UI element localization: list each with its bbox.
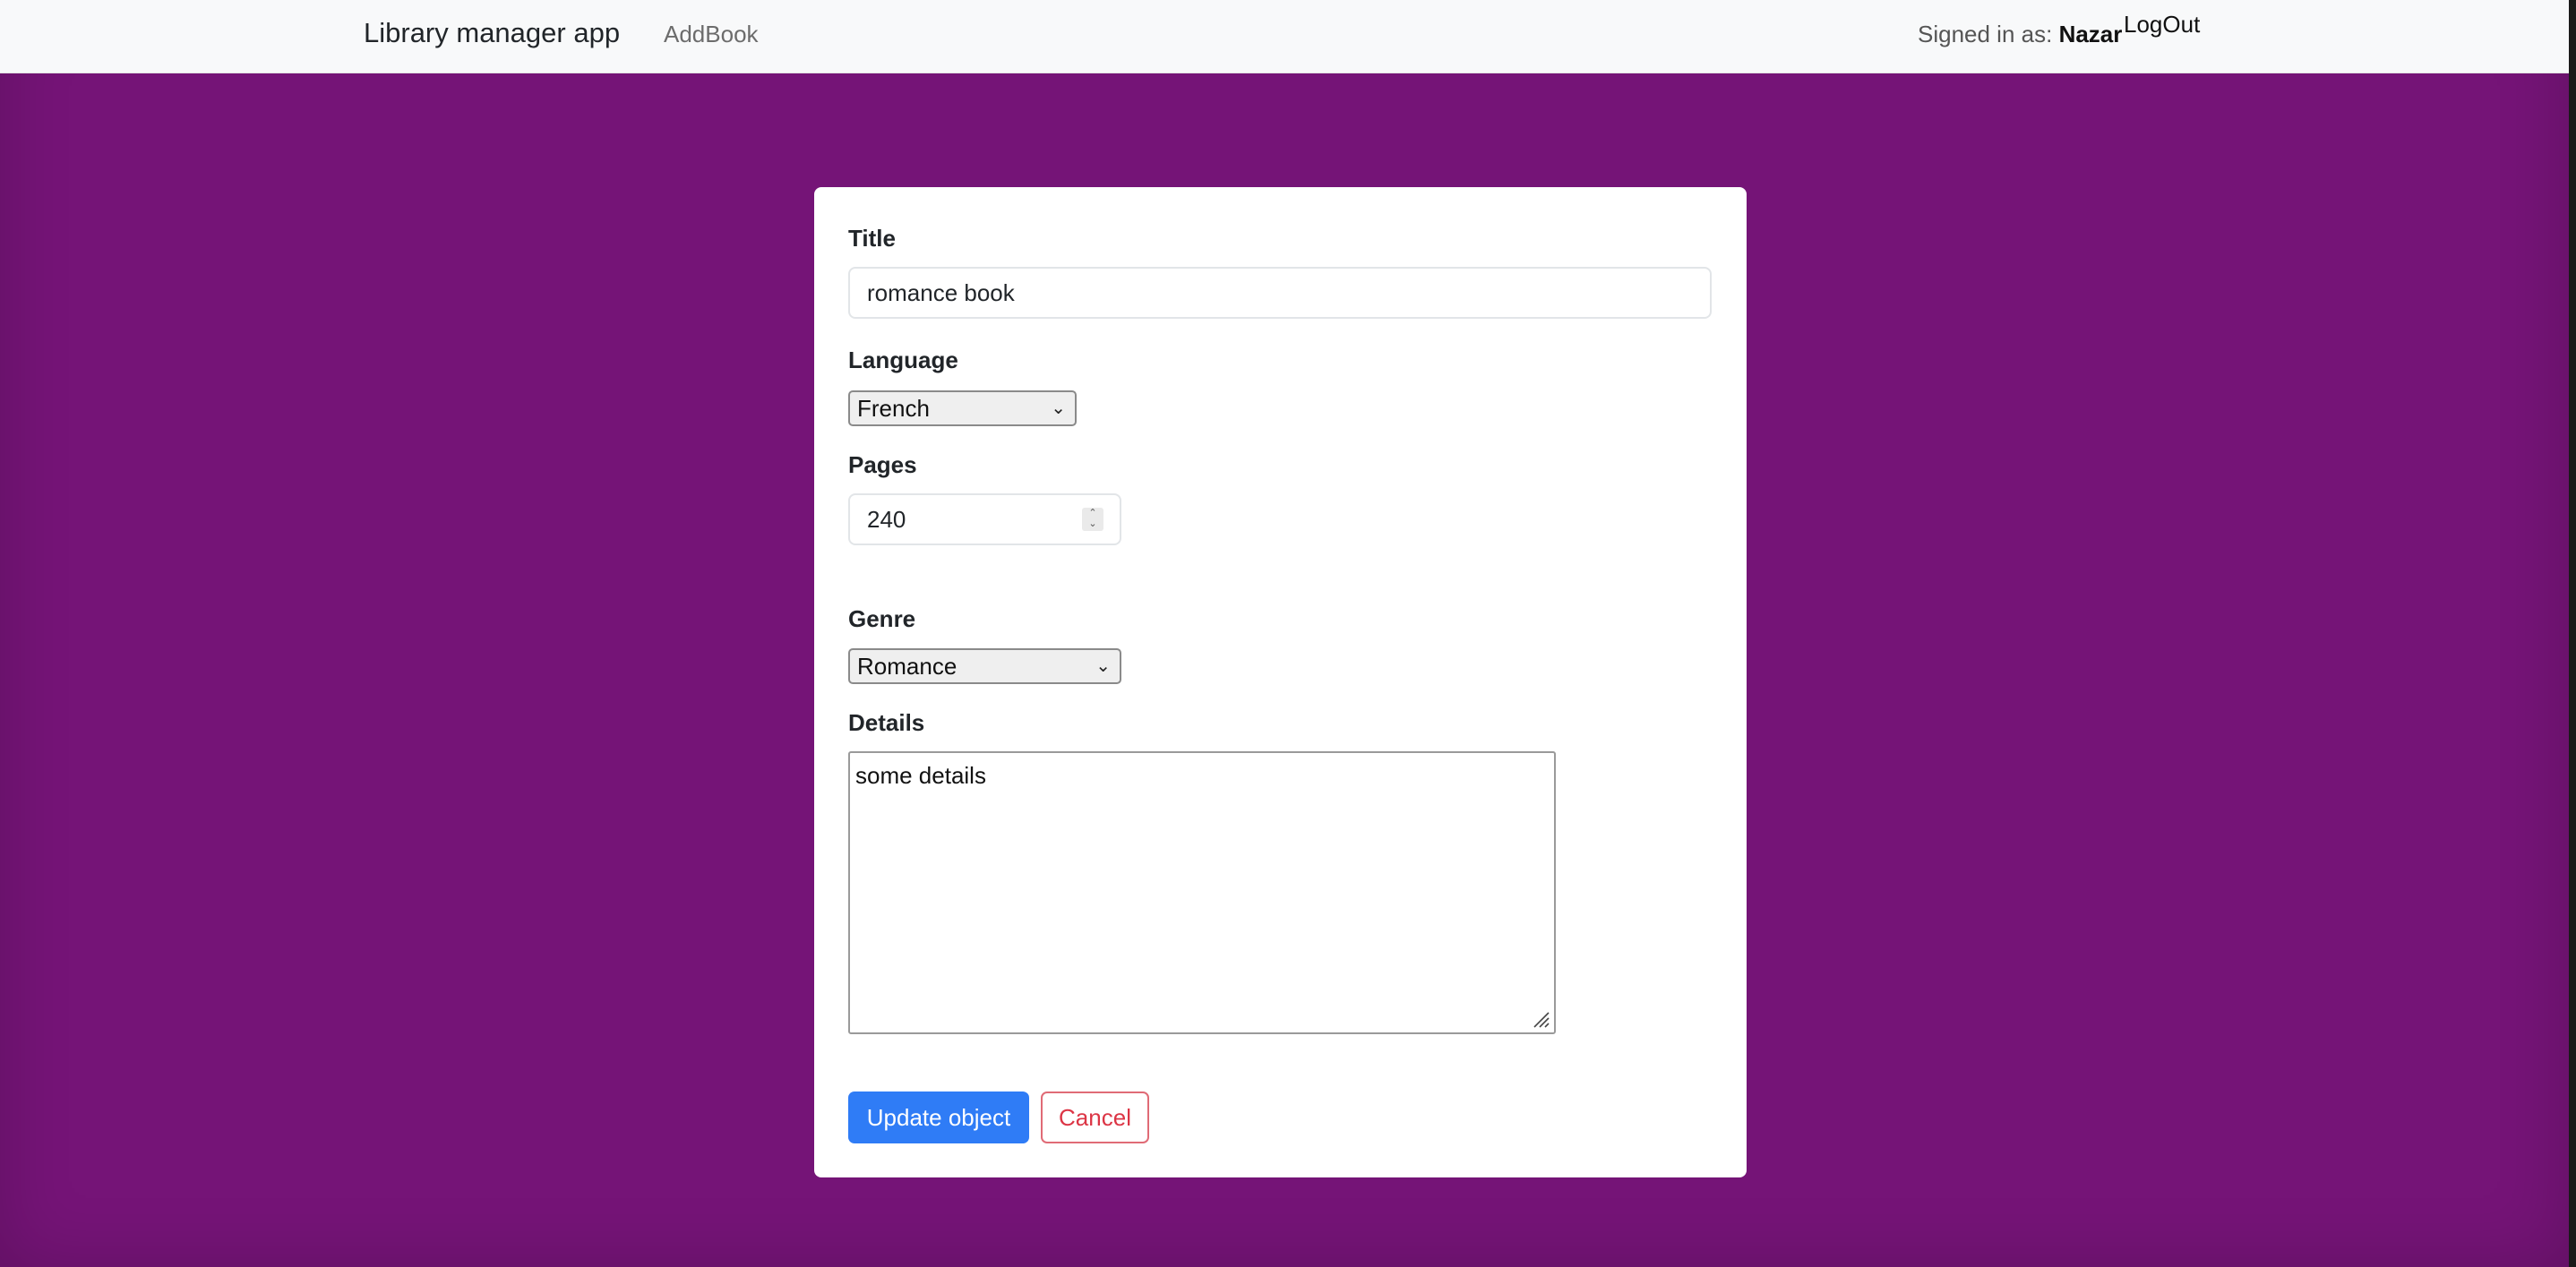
chevron-down-icon: ⌄ bbox=[1095, 656, 1111, 676]
details-label: Details bbox=[848, 709, 925, 736]
pages-input[interactable]: 240 ⌃ ⌄ bbox=[848, 493, 1121, 545]
brand-link[interactable]: Library manager app bbox=[364, 17, 620, 49]
user-name: Nazar bbox=[2058, 21, 2123, 47]
language-selected-value: French bbox=[857, 395, 930, 422]
title-label: Title bbox=[848, 225, 896, 252]
pages-label: Pages bbox=[848, 451, 917, 478]
title-input[interactable]: romance book bbox=[848, 267, 1712, 319]
cancel-button[interactable]: Cancel bbox=[1041, 1092, 1149, 1143]
genre-label: Genre bbox=[848, 605, 916, 632]
details-value: some details bbox=[855, 762, 986, 789]
add-book-link[interactable]: AddBook bbox=[664, 21, 759, 48]
update-object-button[interactable]: Update object bbox=[848, 1092, 1029, 1143]
signed-in-label: Signed in as: bbox=[1918, 21, 2053, 47]
language-select[interactable]: French ⌄ bbox=[848, 390, 1077, 426]
genre-selected-value: Romance bbox=[857, 653, 957, 680]
genre-select[interactable]: Romance ⌄ bbox=[848, 648, 1121, 684]
chevron-down-icon: ⌄ bbox=[1051, 398, 1066, 418]
resize-grip-icon[interactable] bbox=[1531, 1009, 1550, 1029]
page-background: Library manager app AddBook Signed in as… bbox=[0, 0, 2569, 1267]
navbar: Library manager app AddBook Signed in as… bbox=[0, 0, 2569, 73]
spinner-arrows-icon[interactable]: ⌃ ⌄ bbox=[1082, 508, 1103, 531]
edit-book-form: Title romance book Language French ⌄ Pag… bbox=[814, 187, 1747, 1177]
details-textarea[interactable]: some details bbox=[848, 751, 1556, 1034]
logout-link[interactable]: LogOut bbox=[2124, 11, 2200, 39]
language-label: Language bbox=[848, 347, 958, 373]
pages-value: 240 bbox=[867, 506, 906, 533]
signed-in-text: Signed in as: Nazar bbox=[1918, 21, 2122, 48]
